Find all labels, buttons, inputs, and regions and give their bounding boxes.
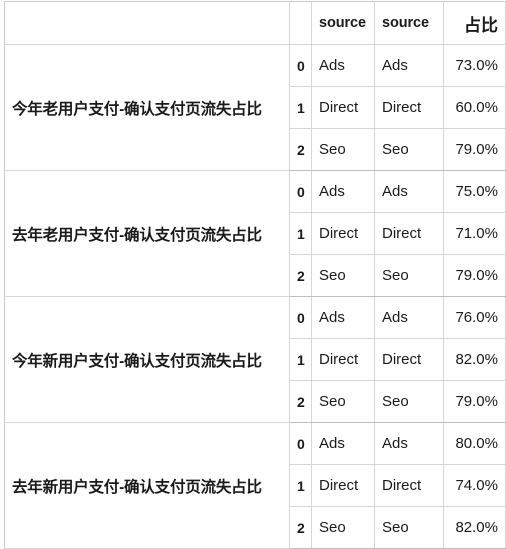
source-2-cell: Ads <box>374 170 444 213</box>
source-2-cell: Ads <box>374 422 444 465</box>
row-index-cell: 0 <box>289 170 312 213</box>
table-header: source source 占比 <box>4 1 506 45</box>
source-1-cell: Seo <box>311 128 375 171</box>
source-1-cell: Seo <box>311 506 375 549</box>
source-1-cell: Ads <box>311 44 375 87</box>
table-row: 去年新用户支付-确认支付页流失占比 0 Ads Ads 80.0% <box>4 422 506 549</box>
source-1-cell: Ads <box>311 422 375 465</box>
header-index-blank <box>289 1 312 45</box>
source-2-cell: Direct <box>374 464 444 507</box>
row-group-label: 去年老用户支付-确认支付页流失占比 <box>4 170 290 297</box>
ratio-cell: 71.0% <box>443 212 506 255</box>
ratio-cell: 74.0% <box>443 464 506 507</box>
table-row: 今年新用户支付-确认支付页流失占比 0 Ads Ads 76.0% <box>4 296 506 423</box>
row-index-cell: 2 <box>289 506 312 549</box>
source-2-cell: Ads <box>374 296 444 339</box>
table-row: 去年老用户支付-确认支付页流失占比 0 Ads Ads 75.0% <box>4 170 506 297</box>
ratio-cell: 79.0% <box>443 128 506 171</box>
source-2-cell: Seo <box>374 128 444 171</box>
source-2-cell: Ads <box>374 44 444 87</box>
table-body: 今年老用户支付-确认支付页流失占比 0 Ads Ads 73.0% 1 Direct Dire… <box>4 44 506 549</box>
ratio-cell: 73.0% <box>443 44 506 87</box>
source-1-cell: Direct <box>311 86 375 129</box>
row-index-cell: 1 <box>289 212 312 255</box>
ratio-cell: 75.0% <box>443 170 506 213</box>
row-group-label: 今年老用户支付-确认支付页流失占比 <box>4 44 290 171</box>
source-2-cell: Direct <box>374 338 444 381</box>
row-index-cell: 1 <box>289 464 312 507</box>
source-1-cell: Ads <box>311 296 375 339</box>
row-index-cell: 2 <box>289 380 312 423</box>
row-index-cell: 1 <box>289 86 312 129</box>
row-group-label: 今年新用户支付-确认支付页流失占比 <box>4 296 290 423</box>
ratio-cell: 80.0% <box>443 422 506 465</box>
dataframe-container: source source 占比 今年老用户支付-确认支付页流失占比 0 Ads Ad… <box>0 0 506 549</box>
header-row: source source 占比 <box>4 1 506 45</box>
ratio-cell: 76.0% <box>443 296 506 339</box>
header-ratio: 占比 <box>443 1 506 45</box>
source-2-cell: Seo <box>374 380 444 423</box>
ratio-cell: 82.0% <box>443 506 506 549</box>
source-1-cell: Direct <box>311 464 375 507</box>
row-index-cell: 2 <box>289 128 312 171</box>
ratio-cell: 60.0% <box>443 86 506 129</box>
source-2-cell: Seo <box>374 506 444 549</box>
source-2-cell: Direct <box>374 212 444 255</box>
row-index-cell: 2 <box>289 254 312 297</box>
source-1-cell: Direct <box>311 212 375 255</box>
row-index-cell: 0 <box>289 44 312 87</box>
dataframe-table: source source 占比 今年老用户支付-确认支付页流失占比 0 Ads Ad… <box>4 1 506 549</box>
ratio-cell: 79.0% <box>443 254 506 297</box>
ratio-cell: 82.0% <box>443 338 506 381</box>
header-group-blank <box>4 1 290 45</box>
source-1-cell: Direct <box>311 338 375 381</box>
source-2-cell: Seo <box>374 254 444 297</box>
source-1-cell: Seo <box>311 254 375 297</box>
row-group-label: 去年新用户支付-确认支付页流失占比 <box>4 422 290 549</box>
ratio-cell: 79.0% <box>443 380 506 423</box>
header-source-2: source <box>374 1 444 45</box>
row-index-cell: 0 <box>289 422 312 465</box>
header-source-1: source <box>311 1 375 45</box>
table-row: 今年老用户支付-确认支付页流失占比 0 Ads Ads 73.0% <box>4 44 506 171</box>
row-index-cell: 0 <box>289 296 312 339</box>
source-1-cell: Seo <box>311 380 375 423</box>
row-index-cell: 1 <box>289 338 312 381</box>
source-2-cell: Direct <box>374 86 444 129</box>
source-1-cell: Ads <box>311 170 375 213</box>
